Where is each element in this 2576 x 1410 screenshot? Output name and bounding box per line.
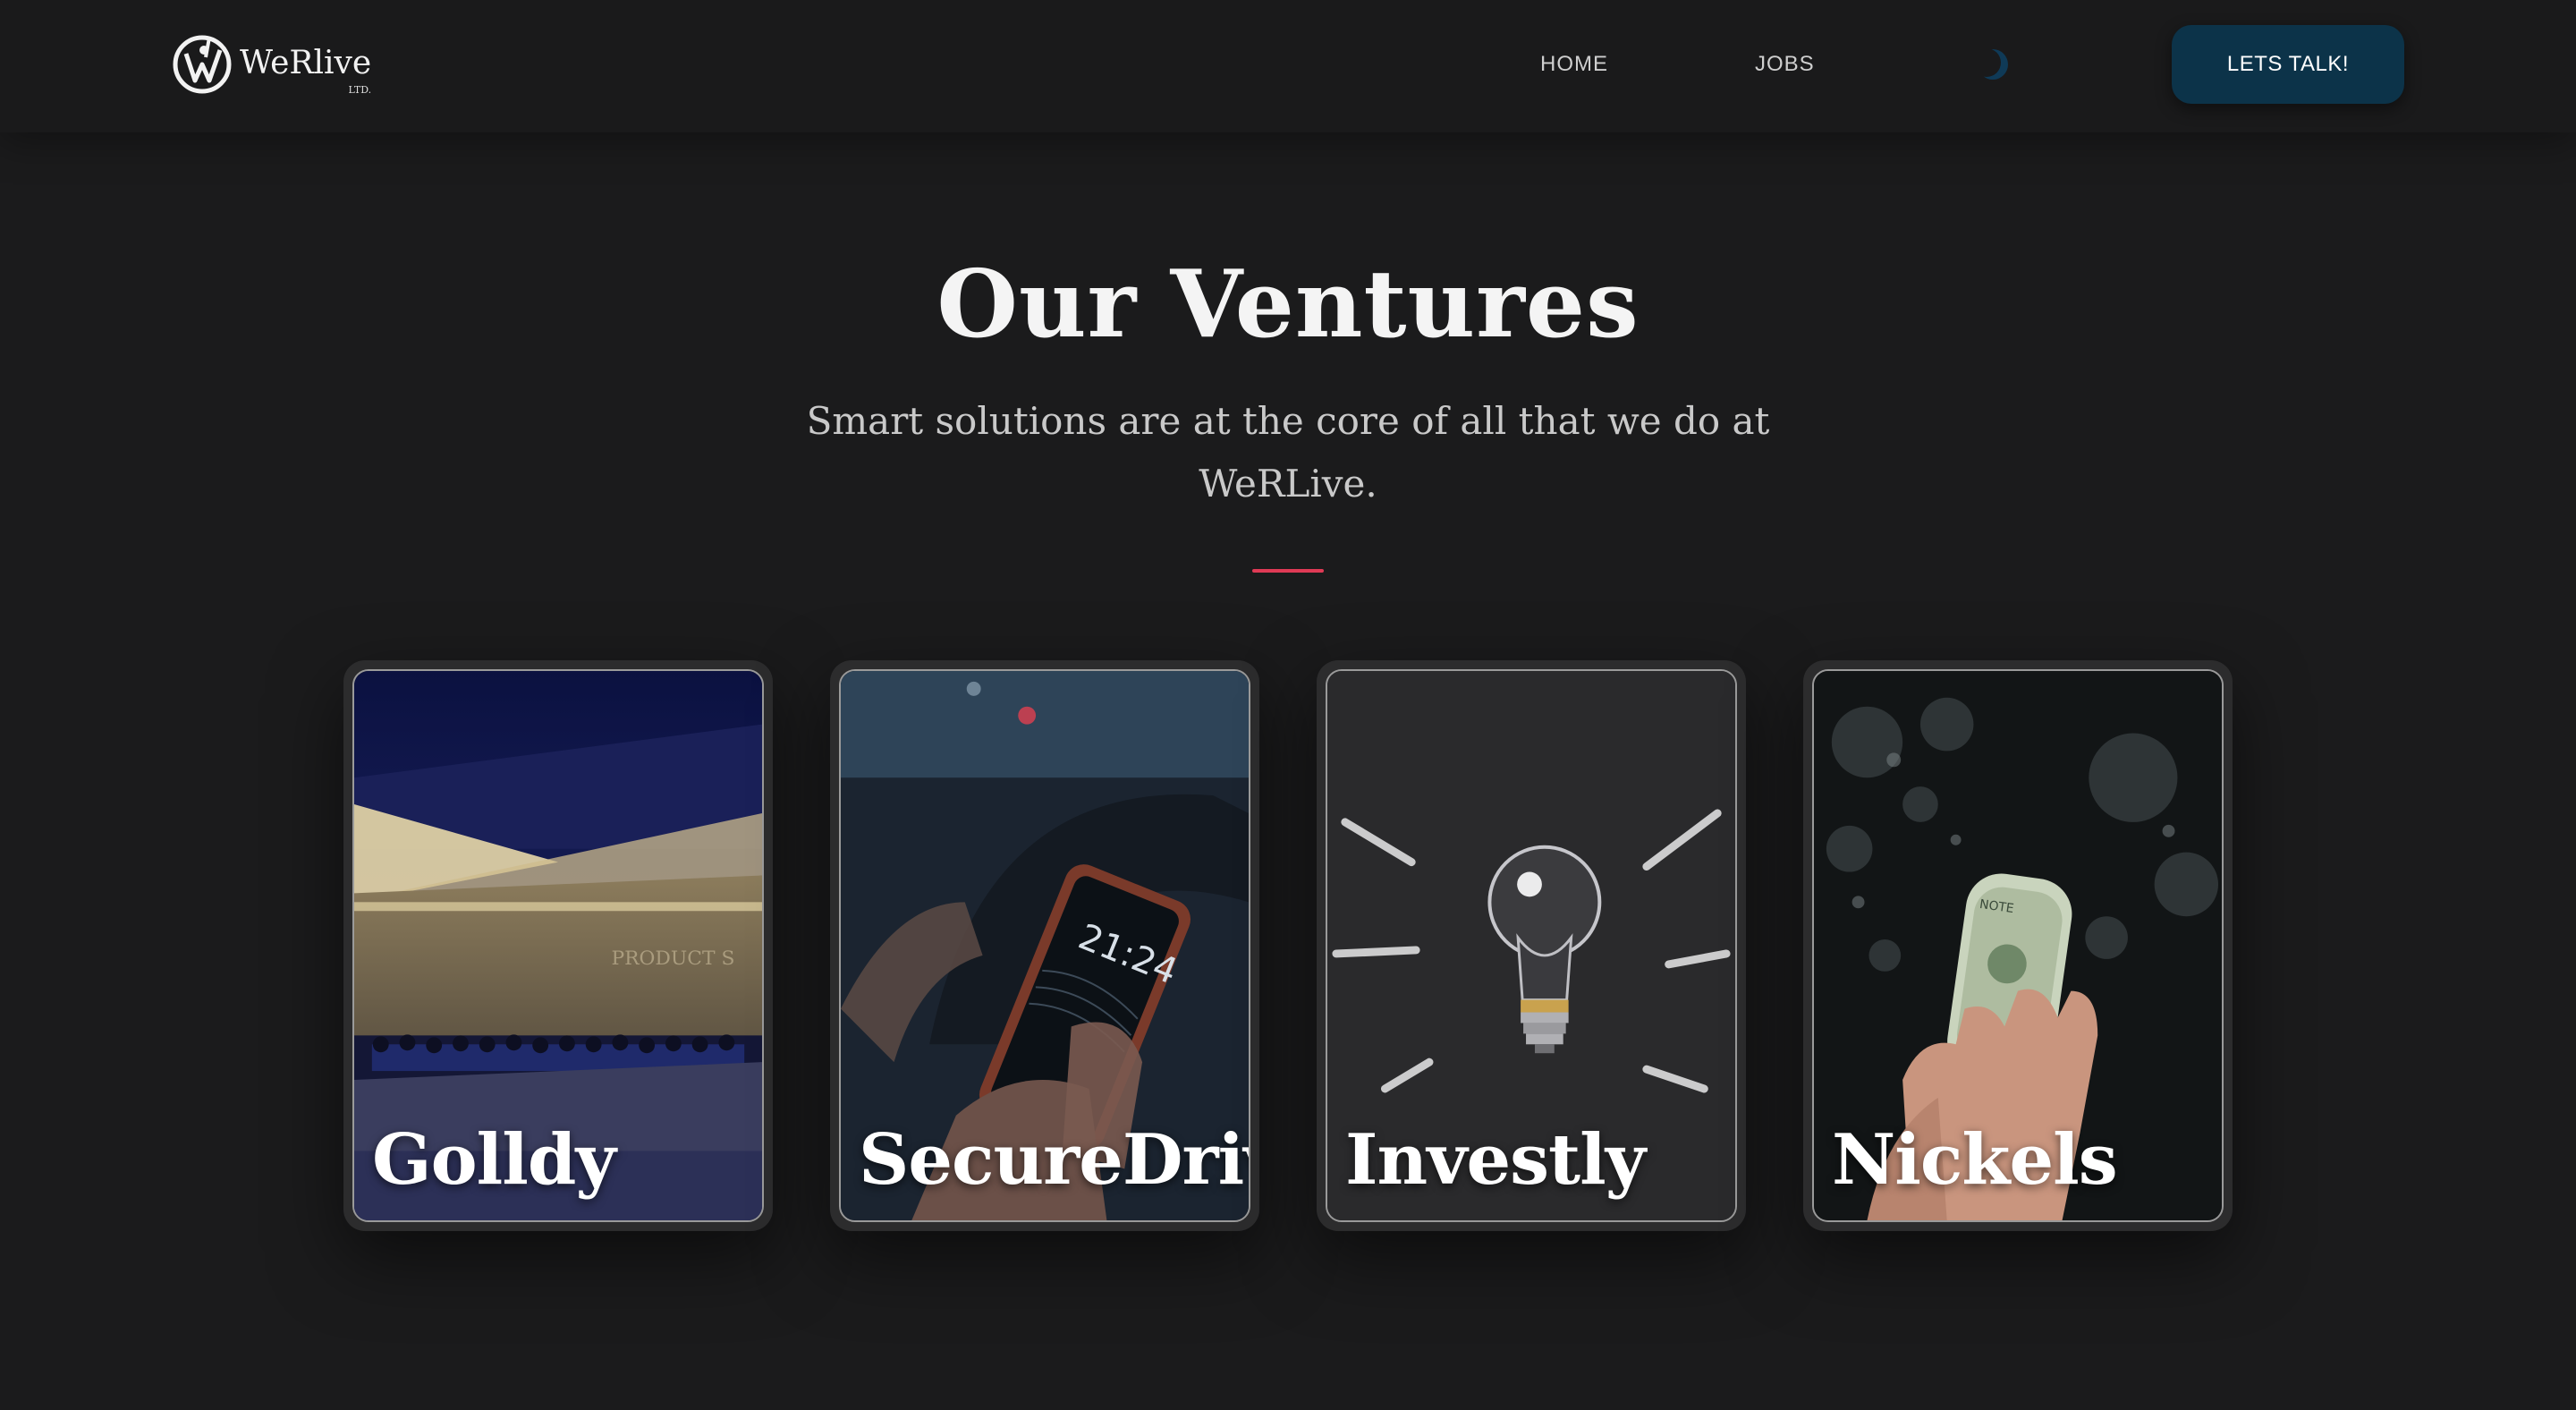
logo-text: WeRlive LTD. bbox=[240, 44, 372, 96]
page-title: Our Ventures bbox=[936, 249, 1640, 359]
venture-title: Investly bbox=[1345, 1119, 1646, 1201]
venture-card-frame: PRODUCT S Golldy bbox=[352, 669, 764, 1222]
venture-title: SecureDrive bbox=[859, 1119, 1249, 1201]
venture-card-securedrive[interactable]: 21:24 SecureDrive bbox=[830, 660, 1259, 1231]
logo-name: WeRlive bbox=[240, 44, 372, 81]
moon-icon[interactable] bbox=[1975, 47, 2011, 82]
nav-home-link[interactable]: HOME bbox=[1540, 52, 1608, 77]
nav-jobs-link[interactable]: JOBS bbox=[1755, 52, 1815, 77]
venture-card-frame: NOTE Nickels bbox=[1812, 669, 2224, 1222]
title-divider bbox=[1252, 569, 1324, 573]
page-subtitle: Smart solutions are at the core of all t… bbox=[806, 399, 1770, 505]
venture-title: Nickels bbox=[1832, 1119, 2118, 1201]
site-logo[interactable]: WeRlive LTD. bbox=[170, 27, 371, 98]
logo-ltd: LTD. bbox=[348, 83, 372, 96]
svg-text:PRODUCT S: PRODUCT S bbox=[611, 947, 734, 970]
lets-talk-button[interactable]: LETS TALK! bbox=[2172, 25, 2404, 104]
venture-card-frame: Investly bbox=[1326, 669, 1737, 1222]
venture-card-frame: 21:24 SecureDrive bbox=[839, 669, 1250, 1222]
venture-card-nickels[interactable]: NOTE Nickels bbox=[1803, 660, 2233, 1231]
venture-title: Golldy bbox=[372, 1119, 616, 1201]
venture-card-investly[interactable]: Investly bbox=[1317, 660, 1746, 1231]
venture-card-golldy[interactable]: PRODUCT S Golldy bbox=[343, 660, 773, 1231]
logo-mark-icon bbox=[173, 35, 232, 94]
site-header: WeRlive LTD. HOME JOBS LETS TALK! bbox=[0, 0, 2576, 132]
